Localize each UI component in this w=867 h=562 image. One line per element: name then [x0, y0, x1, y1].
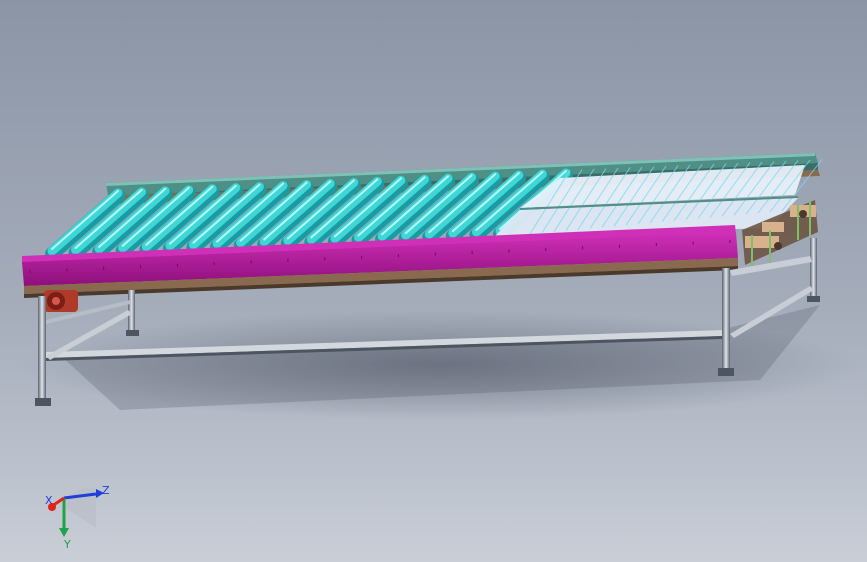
x-axis-label: X — [45, 494, 53, 507]
z-axis-label: Z — [102, 484, 110, 497]
cad-viewport[interactable]: Z X Y — [0, 0, 867, 562]
conveyor-model[interactable]: Z X Y — [0, 0, 867, 562]
axis-triad: Z X Y — [45, 484, 110, 551]
drive-motor — [44, 290, 78, 312]
y-axis-label: Y — [63, 538, 71, 551]
floor-shadow — [20, 305, 860, 420]
